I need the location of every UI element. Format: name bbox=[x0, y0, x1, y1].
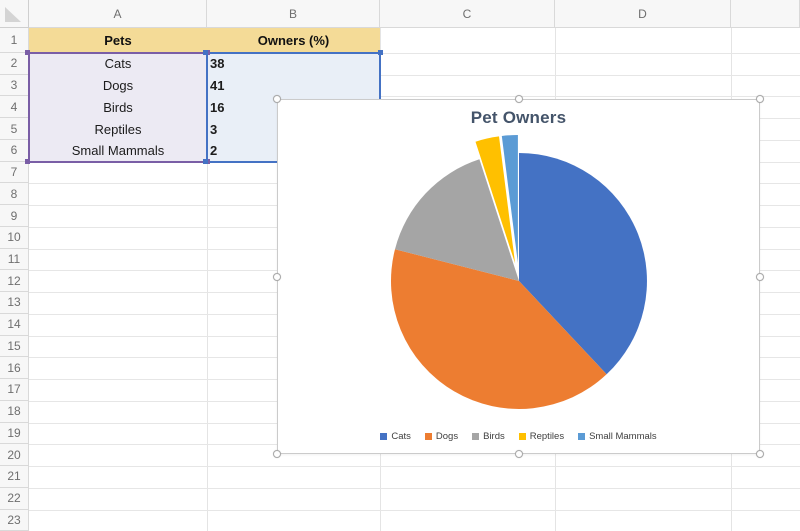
range-fill-handle[interactable] bbox=[25, 50, 30, 55]
chart-legend[interactable]: Cats Dogs Birds Reptiles Small Mammals bbox=[278, 431, 759, 442]
range-fill-handle[interactable] bbox=[378, 50, 383, 55]
row-header-12[interactable]: 12 bbox=[0, 270, 29, 293]
row-header-23[interactable]: 23 bbox=[0, 509, 29, 531]
cell-A1-pets-header[interactable]: Pets bbox=[29, 28, 207, 53]
legend-label: Small Mammals bbox=[589, 431, 657, 442]
chart-resize-handle-ne[interactable] bbox=[756, 95, 764, 103]
chart-resize-handle-se[interactable] bbox=[756, 450, 764, 458]
legend-swatch-icon bbox=[518, 433, 526, 440]
chart-resize-handle-w[interactable] bbox=[273, 272, 281, 281]
row-header-9[interactable]: 9 bbox=[0, 205, 29, 227]
legend-item-small-mammals[interactable]: Small Mammals bbox=[578, 431, 657, 442]
range-fill-handle[interactable] bbox=[203, 50, 208, 55]
row-header-4[interactable]: 4 bbox=[0, 96, 29, 119]
gridline bbox=[29, 509, 800, 511]
range-fill-handle[interactable] bbox=[25, 158, 30, 164]
chart-resize-handle-nw[interactable] bbox=[273, 95, 281, 103]
legend-label: Birds bbox=[483, 431, 505, 442]
pie-chart-svg bbox=[390, 134, 647, 409]
row-header-14[interactable]: 14 bbox=[0, 313, 29, 336]
row-header-8[interactable]: 8 bbox=[0, 183, 29, 206]
row-header-11[interactable]: 11 bbox=[0, 248, 29, 271]
legend-label: Reptiles bbox=[529, 431, 565, 442]
legend-label: Dogs bbox=[435, 431, 459, 442]
row-header-19[interactable]: 19 bbox=[0, 422, 29, 445]
legend-swatch-icon bbox=[578, 433, 586, 440]
chart-resize-handle-n[interactable] bbox=[514, 95, 523, 103]
select-all-triangle-icon bbox=[5, 7, 21, 22]
row-header-2[interactable]: 2 bbox=[0, 53, 29, 75]
row-header-21[interactable]: 21 bbox=[0, 466, 29, 488]
legend-item-dogs[interactable]: Dogs bbox=[424, 431, 459, 442]
row-header-10[interactable]: 10 bbox=[0, 226, 29, 249]
row-header-5[interactable]: 5 bbox=[0, 118, 29, 140]
row-header-3[interactable]: 3 bbox=[0, 74, 29, 97]
chart-resize-handle-e[interactable] bbox=[756, 272, 764, 281]
select-all-corner[interactable] bbox=[0, 0, 29, 28]
chart-resize-handle-sw[interactable] bbox=[273, 450, 281, 458]
legend-item-reptiles[interactable]: Reptiles bbox=[518, 431, 565, 442]
chart-container[interactable]: Pet Owners Cats Dogs Birds Reptiles Small Mam… bbox=[277, 99, 760, 454]
row-header-17[interactable]: 17 bbox=[0, 379, 29, 401]
legend-swatch-icon bbox=[380, 433, 388, 440]
column-header-C[interactable]: C bbox=[380, 0, 555, 28]
legend-swatch-icon bbox=[472, 433, 480, 440]
row-header-22[interactable]: 22 bbox=[0, 487, 29, 510]
chart-resize-handle-s[interactable] bbox=[514, 450, 523, 458]
row-header-13[interactable]: 13 bbox=[0, 292, 29, 314]
column-header-E[interactable] bbox=[731, 0, 800, 28]
column-header-A[interactable]: A bbox=[29, 0, 207, 28]
range-fill-handle[interactable] bbox=[203, 158, 208, 164]
row-header-15[interactable]: 15 bbox=[0, 335, 29, 358]
column-header-B[interactable]: B bbox=[207, 0, 380, 28]
legend-item-birds[interactable]: Birds bbox=[472, 431, 505, 442]
row-header-20[interactable]: 20 bbox=[0, 444, 29, 467]
row-header-16[interactable]: 16 bbox=[0, 357, 29, 380]
legend-swatch-icon bbox=[424, 433, 432, 440]
selection-border-categories bbox=[28, 52, 208, 163]
row-header-7[interactable]: 7 bbox=[0, 161, 29, 184]
legend-item-cats[interactable]: Cats bbox=[380, 431, 411, 442]
gridline bbox=[29, 466, 800, 468]
legend-label: Cats bbox=[391, 431, 411, 442]
row-header-18[interactable]: 18 bbox=[0, 400, 29, 423]
spreadsheet: A B C D 1 2 3 4 5 6 7 8 9 10 11 12 13 14 15 16 17 18 19 20 21 22 2… bbox=[0, 0, 800, 531]
gridline bbox=[29, 487, 800, 489]
cell-B1-owners-header[interactable]: Owners (%) bbox=[207, 28, 380, 53]
column-header-D[interactable]: D bbox=[555, 0, 731, 28]
